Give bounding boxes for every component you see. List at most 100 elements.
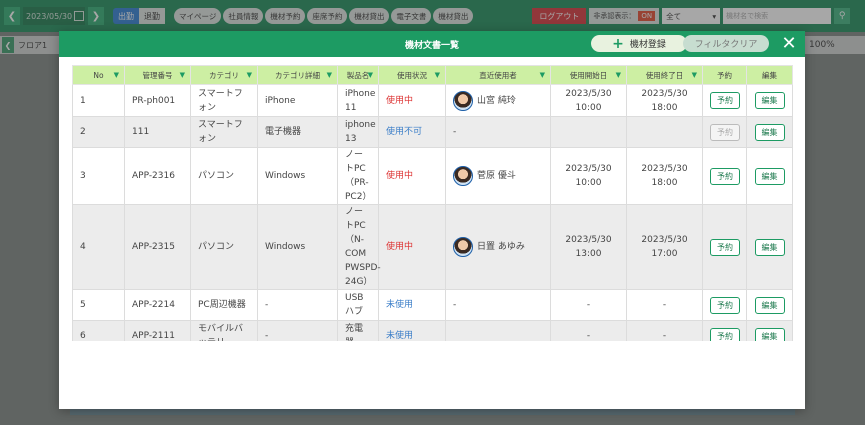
status-badge: 未使用 (378, 289, 446, 321)
table-header-row: No ▼ 管理番号 ▼ カテゴリ ▼ カテゴリ詳細 ▼ 製品名 ▼ 使用状況 ▼ 直近使用者 ▼ 使用開始日… (72, 65, 793, 85)
start-datetime: 2023/5/30 10:00 (550, 84, 627, 117)
reserve-button[interactable]: 予約 (710, 296, 740, 314)
filter-dropdown-icon[interactable]: ▼ (180, 71, 185, 79)
management-number: APP-2316 (124, 147, 191, 205)
close-icon[interactable]: ✕ (779, 34, 799, 54)
user-info: 山宮 純玲 (453, 90, 543, 111)
end-datetime: 2023/5/30 18:00 (626, 147, 703, 205)
table-row[interactable]: 5 APP-2214 PC周辺機器 - USBハブ 未使用 - - - 予約 編集 (72, 289, 793, 321)
avatar (453, 237, 473, 257)
product-name-cell: iPhone 11 (337, 84, 379, 117)
edit-button[interactable]: 編集 (754, 123, 785, 141)
category-cell: PC周辺機器 (190, 289, 258, 321)
category-cell: パソコン (190, 204, 258, 290)
start-datetime: 2023/5/30 13:00 (550, 204, 627, 290)
reserve-cell: 予約 (702, 289, 747, 321)
equipment-list-modal: 機材文書一覧 + 機材登録 フィルタクリア ✕ No ▼ 管理番号 ▼ カテゴリ ▼ カテゴ… (59, 31, 805, 409)
status-badge: 使用中 (378, 84, 446, 117)
filter-dropdown-icon[interactable]: ▼ (692, 71, 697, 79)
reserve-cell: 予約 (702, 204, 747, 290)
edit-button[interactable]: 編集 (754, 92, 785, 109)
edit-button[interactable]: 編集 (754, 296, 785, 314)
recent-user-cell: 日置 あゆみ (445, 204, 551, 290)
edit-button[interactable]: 編集 (754, 327, 785, 341)
user-name: 菅原 優斗 (477, 171, 516, 181)
status-badge: 未使用 (378, 320, 446, 341)
user-name: 山宮 純玲 (477, 95, 516, 106)
column-header[interactable]: 使用開始日 ▼ (550, 65, 627, 85)
user-info: 菅原 優斗 (453, 166, 543, 186)
edit-cell: 編集 (746, 289, 793, 321)
table-row[interactable]: 4 APP-2315 パソコン Windows ノートPC（N-COM PWSPD-24… (72, 204, 793, 290)
reserve-button[interactable]: 予約 (710, 92, 740, 109)
filter-dropdown-icon[interactable]: ▼ (114, 71, 119, 79)
end-datetime: 2023/5/30 17:00 (626, 204, 703, 290)
column-header[interactable]: 使用終了日 ▼ (626, 65, 703, 85)
start-datetime: - (550, 320, 627, 341)
management-number: APP-2214 (124, 289, 191, 321)
management-number: APP-2111 (124, 320, 191, 341)
start-datetime: - (550, 289, 627, 321)
reserve-cell: 予約 (702, 320, 747, 341)
table-row[interactable]: 3 APP-2316 パソコン Windows ノートPC（PR-PC2） 使用中 菅原 優… (72, 147, 793, 205)
modal-title: 機材文書一覧 (404, 40, 459, 51)
table-row[interactable]: 1 PR-ph001 スマートフォン iPhone iPhone 11 使用中 山宮 純玲 2… (72, 84, 793, 117)
category-cell: スマートフォン (190, 84, 258, 117)
end-datetime: - (626, 320, 703, 341)
filter-dropdown-icon[interactable]: ▼ (540, 71, 545, 79)
reserve-button[interactable]: 予約 (710, 238, 740, 256)
product-name-cell: ノートPC（N-COM PWSPD-24G） (337, 204, 381, 290)
table-row[interactable]: 2 111 スマートフォン 電子機器 iphone 13 使用不可 - 予約 編集 (72, 116, 793, 148)
filter-dropdown-icon[interactable]: ▼ (327, 71, 332, 79)
table-row[interactable]: 6APP-2111モバイルバッテリー-充電器未使用--予約編集 (72, 320, 793, 341)
category-detail-cell: - (257, 289, 338, 321)
avatar (453, 166, 473, 186)
reserve-button: 予約 (710, 123, 740, 141)
edit-cell: 編集 (746, 320, 793, 341)
column-header[interactable]: 製品名 ▼ (337, 65, 379, 85)
user-name: - (453, 127, 457, 137)
filter-dropdown-icon[interactable]: ▼ (247, 71, 252, 79)
equipment-table-container[interactable]: No ▼ 管理番号 ▼ カテゴリ ▼ カテゴリ詳細 ▼ 製品名 ▼ 使用状況 ▼ 直近使用者 ▼ 使用開始日… (72, 65, 794, 341)
recent-user-cell: - (445, 116, 551, 148)
user-name: 日置 あゆみ (477, 242, 525, 252)
management-number: 111 (124, 116, 191, 148)
edit-button[interactable]: 編集 (754, 167, 785, 185)
filter-dropdown-icon[interactable]: ▼ (616, 71, 621, 79)
edit-cell: 編集 (746, 116, 793, 148)
status-badge: 使用不可 (378, 116, 446, 148)
status-badge: 使用中 (378, 147, 446, 205)
column-header[interactable]: カテゴリ詳細 ▼ (257, 65, 338, 85)
modal-header: 機材文書一覧 + 機材登録 フィルタクリア ✕ (59, 31, 805, 57)
plus-icon: + (612, 35, 624, 52)
row-number: 5 (72, 289, 125, 321)
edit-cell: 編集 (746, 204, 793, 290)
row-number: 4 (72, 204, 125, 290)
management-number: PR-ph001 (124, 84, 191, 117)
column-header[interactable]: 使用状況 ▼ (378, 65, 446, 85)
edit-button[interactable]: 編集 (754, 238, 785, 256)
recent-user-cell (445, 320, 551, 341)
column-header[interactable]: カテゴリ ▼ (190, 65, 258, 85)
category-detail-cell: Windows (257, 147, 338, 205)
reserve-cell: 予約 (702, 84, 747, 117)
product-name-cell: ノートPC（PR-PC2） (337, 147, 379, 205)
reserve-button[interactable]: 予約 (710, 327, 740, 341)
user-info: - (453, 125, 543, 139)
column-header[interactable]: 管理番号 ▼ (124, 65, 191, 85)
edit-cell: 編集 (746, 84, 793, 117)
column-header[interactable]: 直近使用者 ▼ (445, 65, 551, 85)
column-header: 予約 (702, 65, 747, 85)
reserve-cell: 予約 (702, 147, 747, 205)
start-datetime (550, 116, 627, 148)
register-equipment-button[interactable]: + 機材登録 (591, 35, 687, 52)
reserve-button[interactable]: 予約 (710, 167, 740, 185)
filter-clear-button[interactable]: フィルタクリア (683, 35, 769, 52)
category-cell: モバイルバッテリー (190, 320, 258, 341)
end-datetime (626, 116, 703, 148)
product-name-cell: iphone 13 (337, 116, 379, 148)
filter-dropdown-icon[interactable]: ▼ (368, 71, 373, 79)
filter-dropdown-icon[interactable]: ▼ (435, 71, 440, 79)
column-header[interactable]: No ▼ (72, 65, 125, 85)
recent-user-cell: - (445, 289, 551, 321)
